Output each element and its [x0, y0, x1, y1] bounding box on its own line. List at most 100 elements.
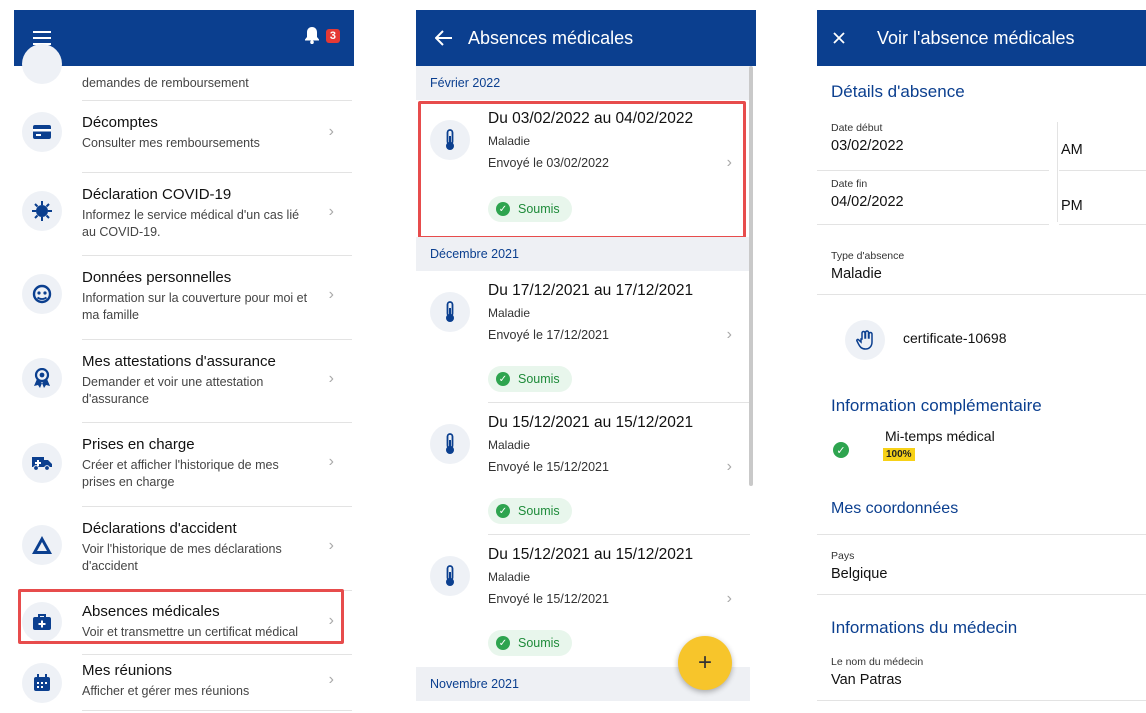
doctor-section-title: Informations du médecin — [831, 618, 1018, 637]
menu-item-title: Données personnelles — [82, 269, 232, 286]
menu-item-reunions[interactable]: Mes réunions Afficher et gérer mes réuni… — [14, 655, 340, 713]
chevron-right-icon: › — [726, 590, 732, 607]
menu-item-donnees-personnelles[interactable]: Données personnelles Information sur la … — [14, 256, 340, 336]
main-menu-screen: 3 demandes de remboursement Décomptes Co… — [14, 10, 354, 713]
menu-item-remboursement[interactable]: demandes de remboursement — [14, 44, 340, 100]
thermometer-icon — [430, 292, 470, 332]
absence-card[interactable]: Du 15/12/2021 au 15/12/2021 Maladie Envo… — [416, 404, 750, 534]
absence-sent-date: Envoyé le 15/12/2021 — [488, 460, 609, 474]
check-circle-icon: ✓ — [496, 504, 510, 518]
thermometer-icon — [430, 424, 470, 464]
virus-icon — [22, 191, 62, 231]
absence-type: Maladie — [488, 570, 531, 584]
menu-item-sub: Informez le service médical d'un cas lié… — [82, 208, 300, 239]
coords-section-title: Mes coordonnées — [831, 500, 959, 517]
status-badge: ✓ Soumis — [488, 498, 572, 524]
absence-type-value: Maladie — [831, 266, 882, 282]
status-badge: ✓ Soumis — [488, 630, 572, 656]
status-badge: ✓ Soumis — [488, 366, 572, 392]
details-section-title: Détails d'absence — [831, 82, 965, 101]
app-bar: Absences médicales — [416, 10, 756, 66]
menu-item-decomptes[interactable]: Décomptes Consulter mes remboursements › — [14, 101, 340, 163]
chevron-right-icon: › — [328, 453, 334, 470]
start-date-value: 03/02/2022 — [831, 138, 904, 154]
menu-item-title: Décomptes — [82, 114, 158, 131]
absence-type: Maladie — [488, 306, 531, 320]
section-header: Décembre 2021 — [416, 237, 750, 271]
credit-card-icon — [22, 112, 62, 152]
absence-type-label: Type d'absence — [831, 250, 905, 262]
app-bar: 3 — [14, 10, 354, 66]
menu-item-sub: Demander et voir une attestation d'assur… — [82, 375, 264, 406]
menu-item-covid[interactable]: Déclaration COVID-19 Informez le service… — [14, 173, 340, 253]
menu-item-sub: Consulter mes remboursements — [82, 136, 260, 150]
menu-item-sub: Information sur la couverture pour moi e… — [82, 291, 308, 322]
menu-item-title: Mes réunions — [82, 662, 173, 679]
chevron-right-icon: › — [328, 123, 334, 140]
screen-title: Voir l'absence médicales — [877, 27, 1075, 48]
close-icon[interactable] — [817, 10, 861, 66]
start-date-label: Date début — [831, 122, 883, 134]
menu-item-prises-en-charge[interactable]: Prises en charge Créer et afficher l'his… — [14, 423, 340, 503]
end-half-day: PM — [1061, 198, 1083, 214]
check-circle-icon: ✓ — [496, 636, 510, 650]
menu-item-sub: Voir l'historique de mes déclarations d'… — [82, 542, 282, 573]
menu-item-title: Déclaration COVID-19 — [82, 186, 232, 203]
calendar-icon — [22, 663, 62, 703]
info-section-title: Information complémentaire — [831, 396, 1042, 415]
add-absence-button[interactable]: + — [678, 636, 732, 690]
absence-period: Du 17/12/2021 au 17/12/2021 — [488, 282, 694, 299]
ambulance-icon — [22, 443, 62, 483]
menu-item-sub: Afficher et gérer mes réunions — [82, 684, 250, 698]
thermometer-icon — [430, 556, 470, 596]
warning-triangle-icon — [22, 525, 62, 565]
start-half-day: AM — [1061, 142, 1083, 158]
selection-highlight — [418, 101, 746, 239]
absence-period: Du 15/12/2021 au 15/12/2021 — [488, 546, 694, 563]
selection-highlight — [18, 589, 344, 644]
absence-sent-date: Envoyé le 15/12/2021 — [488, 592, 609, 606]
refund-icon — [22, 44, 62, 84]
menu-item-title: Prises en charge — [82, 436, 195, 453]
menu-item-attestations[interactable]: Mes attestations d'assurance Demander et… — [14, 340, 340, 420]
award-ribbon-icon — [22, 358, 62, 398]
chevron-right-icon: › — [328, 203, 334, 220]
check-circle-icon: ✓ — [833, 442, 849, 458]
status-label: Soumis — [518, 372, 560, 386]
chevron-right-icon: › — [328, 671, 334, 688]
certificate-file[interactable]: certificate-10698 — [903, 330, 1007, 346]
absence-card[interactable]: Du 17/12/2021 au 17/12/2021 Maladie Envo… — [416, 272, 750, 402]
doctor-name-value: Van Patras — [831, 672, 902, 688]
chevron-right-icon: › — [726, 326, 732, 343]
menu-item-sub: Créer et afficher l'historique de mes pr… — [82, 458, 279, 489]
absence-type: Maladie — [488, 438, 531, 452]
app-bar: Voir l'absence médicales — [817, 10, 1146, 66]
country-label: Pays — [831, 550, 855, 562]
hand-pointer-icon — [845, 320, 885, 360]
chevron-right-icon: › — [328, 286, 334, 303]
menu-item-title: Déclarations d'accident — [82, 520, 237, 537]
notification-badge: 3 — [325, 29, 340, 43]
absence-period: Du 15/12/2021 au 15/12/2021 — [488, 414, 694, 431]
menu-item-accident[interactable]: Déclarations d'accident Voir l'historiqu… — [14, 507, 340, 587]
end-date-label: Date fin — [831, 178, 868, 190]
end-date-value: 04/02/2022 — [831, 194, 904, 210]
status-label: Soumis — [518, 636, 560, 650]
screen-title: Absences médicales — [468, 27, 634, 48]
section-header: Février 2022 — [416, 66, 750, 100]
info-value: Mi-temps médical — [885, 428, 995, 444]
back-arrow-icon[interactable] — [416, 10, 472, 66]
percentage-tag: 100% — [883, 448, 915, 461]
absence-sent-date: Envoyé le 17/12/2021 — [488, 328, 609, 342]
check-circle-icon: ✓ — [496, 372, 510, 386]
chevron-right-icon: › — [726, 458, 732, 475]
scrollbar[interactable] — [749, 66, 753, 486]
status-label: Soumis — [518, 504, 560, 518]
absence-detail-screen: Voir l'absence médicales Détails d'absen… — [817, 10, 1146, 713]
menu-item-title: Mes attestations d'assurance — [82, 353, 276, 370]
family-icon — [22, 274, 62, 314]
chevron-right-icon: › — [328, 537, 334, 554]
menu-item-sub: demandes de remboursement — [82, 76, 249, 90]
notification-bell-icon[interactable] — [304, 26, 320, 49]
doctor-name-label: Le nom du médecin — [831, 656, 924, 668]
